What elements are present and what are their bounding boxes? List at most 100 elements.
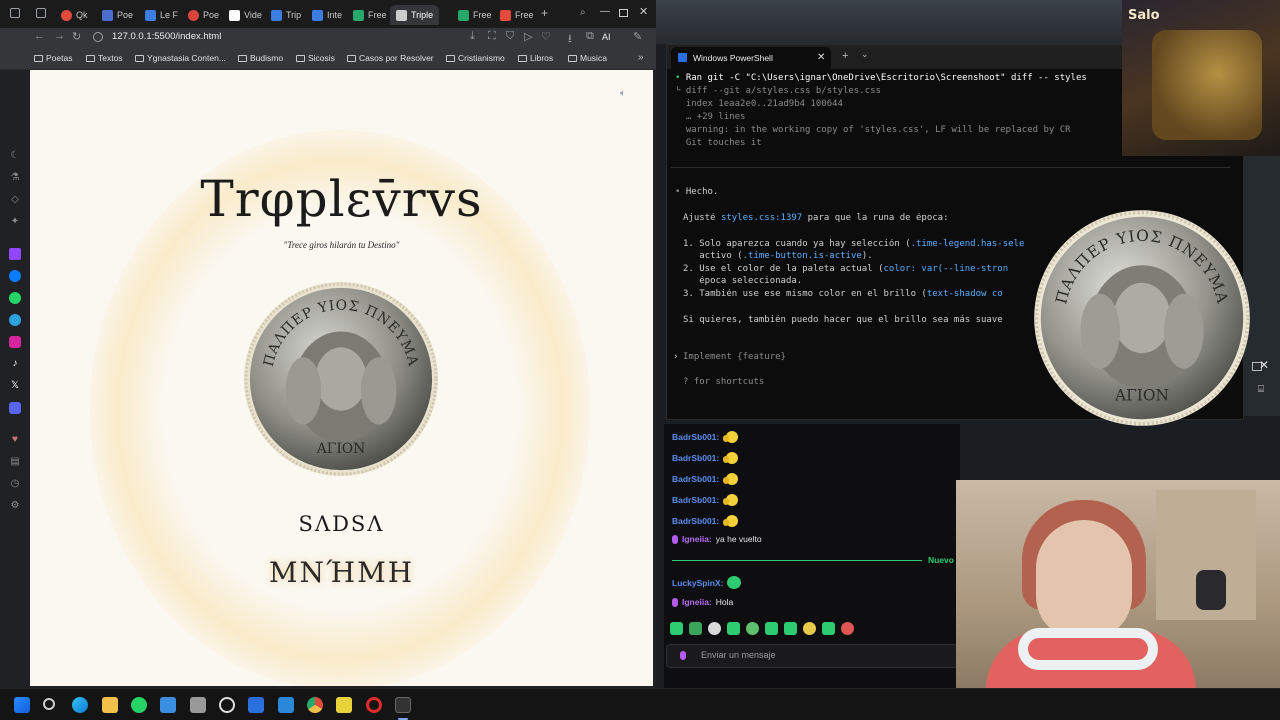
- bookmark-folder[interactable]: Musica: [568, 53, 607, 63]
- heart-icon[interactable]: ♥: [9, 434, 21, 446]
- favorite-heart-icon[interactable]: ♡: [541, 30, 551, 43]
- chat-username[interactable]: BadrSb001:: [672, 516, 719, 526]
- flask-icon[interactable]: ⚗: [9, 172, 21, 184]
- bookmark-folder[interactable]: Poetas: [34, 53, 72, 63]
- bookmark-folder[interactable]: Libros: [518, 53, 553, 63]
- close-window-icon[interactable]: ✕: [639, 5, 648, 18]
- more-bookmarks-icon[interactable]: »: [638, 52, 644, 63]
- edge-icon[interactable]: [72, 697, 88, 713]
- epoch-word[interactable]: SΛDSΛ: [30, 512, 653, 536]
- chat-username[interactable]: BadrSb001:: [672, 453, 719, 463]
- reading-list-icon[interactable]: ▤: [9, 456, 21, 468]
- tab-6[interactable]: Trip: [271, 5, 301, 25]
- emote-icon[interactable]: [689, 622, 702, 635]
- app-icon[interactable]: [190, 697, 206, 713]
- minimize-icon[interactable]: —: [600, 6, 610, 17]
- emote-icon[interactable]: [727, 622, 740, 635]
- emote-icon[interactable]: [765, 622, 778, 635]
- emote-icon[interactable]: [803, 622, 816, 635]
- x-icon[interactable]: 𝕏: [9, 380, 21, 392]
- emote-icon[interactable]: [822, 622, 835, 635]
- tab-9-active[interactable]: Triple: [390, 5, 440, 25]
- maximize-icon[interactable]: [619, 9, 628, 17]
- opera-icon[interactable]: [366, 697, 382, 713]
- tab-2[interactable]: Poe: [102, 5, 133, 25]
- tab-11[interactable]: Free: [500, 5, 534, 25]
- powershell-icon[interactable]: [248, 697, 264, 713]
- search-tabs-icon[interactable]: ⌕: [580, 7, 586, 18]
- chatgpt-icon[interactable]: [219, 697, 235, 713]
- telegram-icon[interactable]: [9, 314, 21, 326]
- new-tab-icon[interactable]: +: [541, 6, 548, 20]
- tab-actions-icon[interactable]: [10, 8, 20, 18]
- site-info-icon[interactable]: [93, 32, 103, 42]
- edit-pen-icon[interactable]: ✎: [633, 30, 642, 43]
- ai-button[interactable]: AI: [602, 32, 611, 42]
- emote-icon[interactable]: [784, 622, 797, 635]
- file-link[interactable]: styles.css:1397: [721, 213, 802, 223]
- shield-icon[interactable]: ⛉: [506, 30, 514, 43]
- pin-icon[interactable]: ⌸: [1258, 384, 1264, 395]
- chat-username[interactable]: BadrSb001:: [672, 432, 719, 442]
- close-overlay-icon[interactable]: ✕: [1259, 358, 1269, 372]
- bookmark-folder[interactable]: Casos por Resolver: [347, 53, 434, 63]
- whatsapp-icon[interactable]: [9, 292, 21, 304]
- instagram-icon[interactable]: [9, 336, 21, 348]
- chat-username[interactable]: Igneiia:: [682, 534, 712, 544]
- search-icon[interactable]: [43, 698, 55, 710]
- bookmark-folder[interactable]: Ygnastasia Conten...: [135, 53, 226, 63]
- tab-10[interactable]: Free: [458, 5, 492, 25]
- discord-icon[interactable]: [9, 402, 21, 414]
- terminal-tab[interactable]: Windows PowerShell ✕: [671, 47, 831, 69]
- tab-5[interactable]: Vide: [229, 5, 262, 25]
- back-icon[interactable]: ←: [34, 30, 45, 42]
- bookmark-folder[interactable]: Textos: [86, 53, 123, 63]
- chat-username[interactable]: BadrSb001:: [672, 495, 719, 505]
- workspaces-icon[interactable]: [36, 8, 46, 18]
- tab-7[interactable]: Inte: [312, 5, 342, 25]
- windows-start-icon[interactable]: [14, 697, 30, 713]
- gem-icon[interactable]: ◇: [9, 194, 21, 206]
- sparkle-icon[interactable]: ✦: [9, 216, 21, 228]
- forward-icon[interactable]: →: [54, 30, 65, 42]
- chat-mic-icon[interactable]: [680, 651, 686, 660]
- downloads-icon[interactable]: ⭳: [568, 30, 572, 49]
- play-icon[interactable]: ▷: [524, 30, 532, 43]
- history-icon[interactable]: ◷: [9, 478, 21, 490]
- file-explorer-icon[interactable]: [102, 697, 118, 713]
- emote-icon[interactable]: [746, 622, 759, 635]
- bookmark-folder[interactable]: Cristianismo: [446, 53, 505, 63]
- emote-icon[interactable]: [670, 622, 683, 635]
- emote-icon[interactable]: [708, 622, 721, 635]
- chat-username[interactable]: BadrSb001:: [672, 474, 719, 484]
- moon-icon[interactable]: ☾: [9, 150, 21, 162]
- messenger-icon[interactable]: [9, 270, 21, 282]
- close-tab-icon[interactable]: ✕: [817, 52, 825, 63]
- chat-username[interactable]: LuckySpinX:: [672, 578, 723, 588]
- new-terminal-tab-icon[interactable]: +: [842, 50, 848, 62]
- reload-icon[interactable]: ↻: [72, 30, 81, 43]
- sound-toggle-icon[interactable]: 🔈︎: [620, 88, 626, 99]
- chat-username[interactable]: Igneiia:: [682, 597, 712, 607]
- settings-gear-icon[interactable]: ⚙: [9, 500, 21, 512]
- tab-3[interactable]: Le F: [145, 5, 178, 25]
- emote-icon[interactable]: [841, 622, 854, 635]
- tab-8[interactable]: Free: [353, 5, 387, 25]
- notes-icon[interactable]: [336, 697, 352, 713]
- bookmark-folder[interactable]: Sicosis: [296, 53, 335, 63]
- prompt-input[interactable]: Implement {feature}: [683, 352, 786, 362]
- store-icon[interactable]: [160, 697, 176, 713]
- tab-1[interactable]: Qk: [61, 5, 88, 25]
- url-field[interactable]: 127.0.0.1:5500/index.html: [112, 31, 221, 42]
- chrome-icon[interactable]: [307, 697, 323, 713]
- tab-4[interactable]: Poe: [188, 5, 219, 25]
- screenshot-icon[interactable]: ⛶: [488, 30, 496, 43]
- bookmark-folder[interactable]: Budismo: [238, 53, 283, 63]
- chat-input-placeholder[interactable]: Enviar un mensaje: [701, 650, 776, 660]
- terminal-dropdown-icon[interactable]: ⌄: [861, 49, 869, 60]
- terminal-icon[interactable]: [395, 697, 411, 713]
- download-page-icon[interactable]: ⤓: [470, 30, 475, 43]
- tiktok-icon[interactable]: ♪: [9, 358, 21, 370]
- twitch-icon[interactable]: [9, 248, 21, 260]
- epoch-rune[interactable]: MNΉMH: [30, 556, 653, 589]
